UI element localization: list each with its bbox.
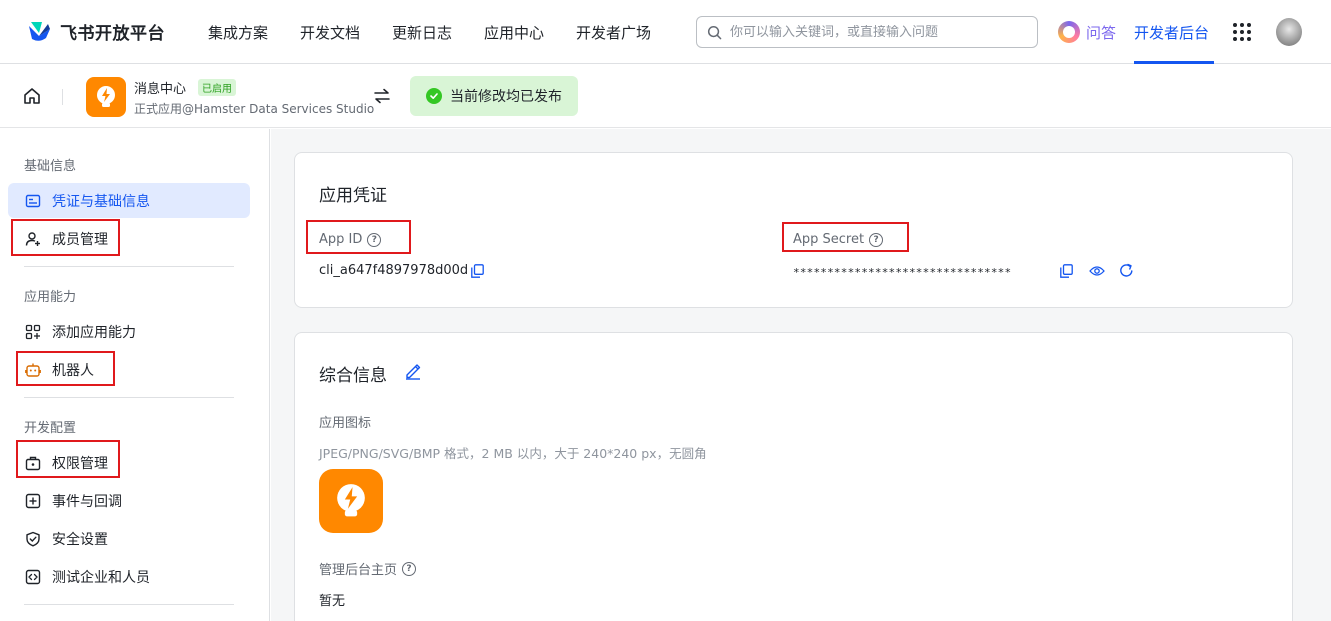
app-icon-label: 应用图标 (319, 416, 372, 431)
dev-console-link[interactable]: 开发者后台 (1134, 22, 1209, 43)
publish-status-banner: 当前修改均已发布 (410, 76, 578, 116)
help-icon[interactable]: ? (402, 561, 417, 576)
scrollbar[interactable] (1326, 129, 1331, 621)
general-info-card: 综合信息 应用图标 JPEG/PNG/SVG/BMP 格式，2 MB 以内，大于… (294, 332, 1293, 621)
search-icon (707, 25, 722, 39)
highlight-box (306, 220, 411, 254)
sidebar-item-label: 添加应用能力 (52, 324, 136, 341)
sidebar-item-label: 安全设置 (52, 531, 108, 548)
divider (24, 604, 234, 605)
brand-name: 飞书开放平台 (60, 24, 165, 44)
switch-app-icon[interactable] (373, 87, 391, 105)
copy-icon[interactable] (471, 264, 484, 278)
admin-home-label-text: 管理后台主页 (319, 563, 398, 578)
admin-home-value: 暂无 (319, 594, 346, 609)
plus-square-icon (24, 492, 42, 510)
brand-logo[interactable]: 飞书开放平台 (26, 19, 165, 44)
home-icon[interactable] (22, 86, 42, 106)
grid-add-icon (24, 323, 42, 341)
ask-label: 问答 (1086, 23, 1117, 42)
divider (62, 89, 63, 105)
active-tab-indicator (1134, 61, 1214, 64)
sidebar-group-capabilities: 应用能力 (24, 290, 77, 305)
sidebar-item-credentials[interactable]: 凭证与基础信息 (8, 183, 250, 218)
nav-item-solutions[interactable]: 集成方案 (208, 22, 268, 43)
id-card-icon (24, 192, 42, 210)
eye-icon[interactable] (1089, 265, 1105, 277)
publish-status-text: 当前修改均已发布 (450, 89, 562, 105)
nav-item-docs[interactable]: 开发文档 (300, 22, 360, 43)
app-icon-upload[interactable] (319, 469, 383, 533)
app-icon-hint: JPEG/PNG/SVG/BMP 格式，2 MB 以内，大于 240*240 p… (319, 446, 707, 461)
lightbulb-bolt-icon (337, 484, 365, 517)
sidebar-item-label: 事件与回调 (52, 493, 122, 510)
sidebar-group-basic: 基础信息 (24, 159, 77, 174)
copy-icon[interactable] (1060, 264, 1073, 278)
highlight-box (16, 351, 115, 386)
highlight-box (16, 440, 120, 478)
sidebar-group-dev-config: 开发配置 (24, 421, 77, 436)
admin-home-label: 管理后台主页 ? (319, 559, 417, 578)
divider (24, 266, 234, 267)
nav-item-changelog[interactable]: 更新日志 (392, 22, 452, 43)
app-secret-value: ******************************** (793, 266, 1012, 279)
sidebar-item-label: 测试企业和人员 (52, 569, 150, 586)
code-box-icon (24, 568, 42, 586)
credentials-title: 应用凭证 (319, 186, 387, 206)
lightbulb-bolt-icon (97, 86, 115, 107)
main-content: 应用凭证 App ID ? cli_a647f4897978d00d App S… (271, 129, 1331, 621)
app-icon (86, 77, 126, 117)
general-info-title: 综合信息 (319, 366, 387, 386)
sidebar-item-add-capability[interactable]: 添加应用能力 (8, 314, 250, 349)
top-nav: 飞书开放平台 集成方案 开发文档 更新日志 应用中心 开发者广场 问答 开发者后… (0, 0, 1331, 64)
feishu-logo-icon (29, 21, 50, 41)
highlight-box (782, 222, 909, 252)
status-badge: 已启用 (198, 79, 236, 96)
nav-item-app-center[interactable]: 应用中心 (484, 22, 544, 43)
refresh-icon[interactable] (1119, 263, 1134, 278)
shield-icon (24, 530, 42, 548)
apps-grid-icon[interactable] (1233, 23, 1251, 41)
ai-assistant-icon (1058, 21, 1080, 43)
sidebar-item-label: 凭证与基础信息 (52, 193, 150, 210)
search-input[interactable] (730, 24, 1020, 40)
user-avatar[interactable] (1276, 18, 1302, 46)
app-header: 消息中心 已启用 正式应用@Hamster Data Services Stud… (0, 65, 1331, 128)
app-id-value: cli_a647f4897978d00d (319, 263, 469, 278)
search-box[interactable] (696, 16, 1038, 48)
highlight-box (11, 219, 120, 256)
sidebar-item-security[interactable]: 安全设置 (8, 521, 250, 556)
sidebar-item-test-tenants[interactable]: 测试企业和人员 (8, 559, 250, 594)
app-subtitle: 正式应用@Hamster Data Services Studio (134, 102, 375, 116)
sidebar-item-events[interactable]: 事件与回调 (8, 483, 250, 518)
divider (24, 397, 234, 398)
edit-icon[interactable] (404, 362, 422, 380)
check-circle-icon (426, 88, 442, 104)
ask-button[interactable]: 问答 (1058, 21, 1116, 43)
app-name: 消息中心 (134, 82, 187, 97)
nav-item-dev-square[interactable]: 开发者广场 (576, 22, 651, 43)
